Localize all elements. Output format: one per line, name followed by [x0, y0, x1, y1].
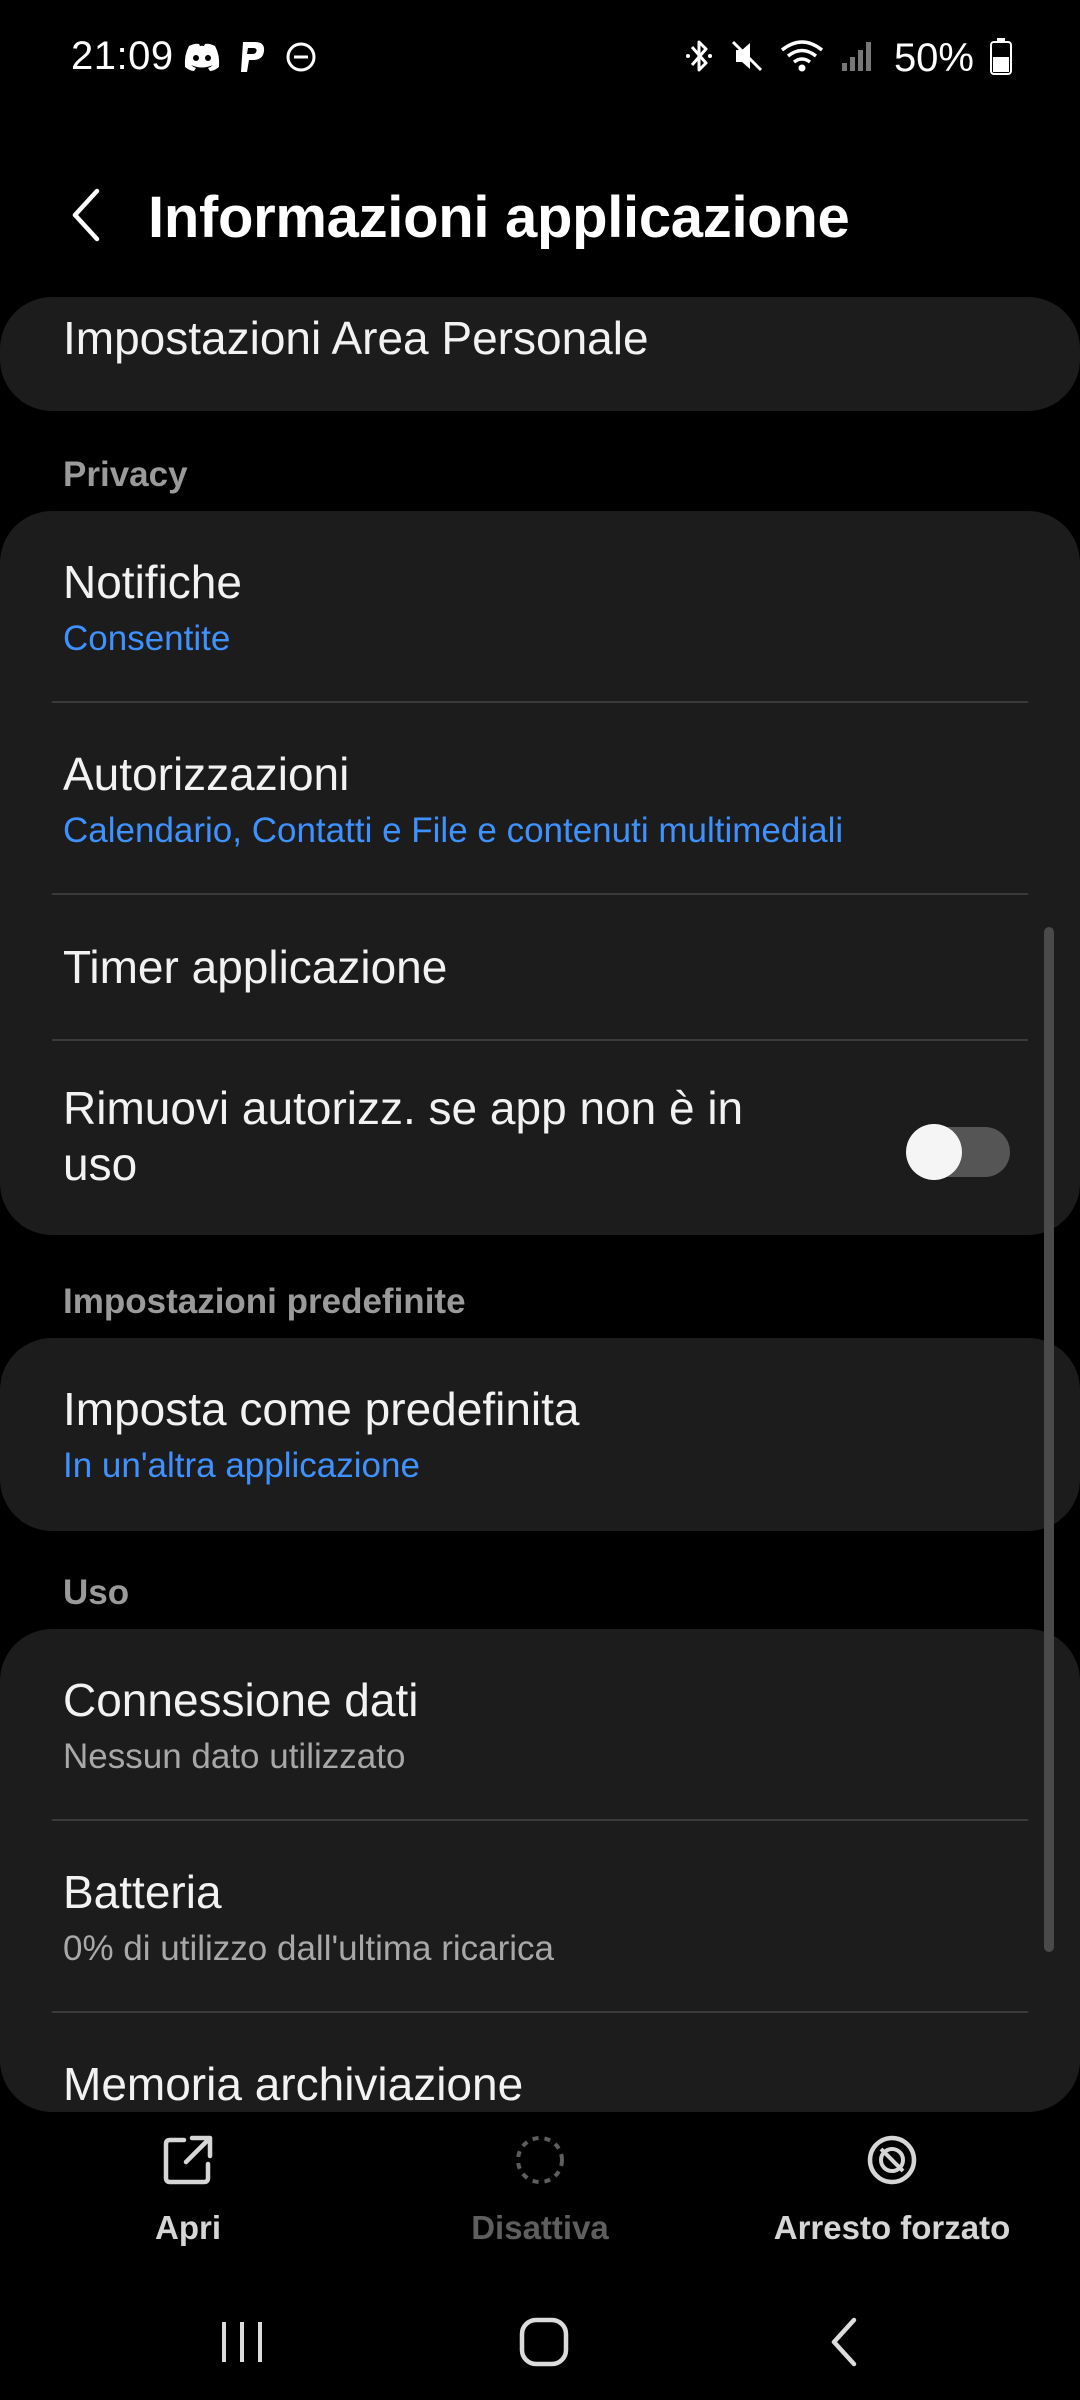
disable-label: Disattiva: [471, 2209, 609, 2246]
mute-icon: [730, 38, 764, 79]
force-stop-icon: [862, 2130, 922, 2195]
toggle-knob: [906, 1124, 962, 1180]
home-icon: [519, 2317, 569, 2367]
permissions-title: Autorizzazioni: [63, 748, 350, 800]
section-label-usage: Uso: [63, 1573, 130, 1612]
signal-icon: [840, 39, 874, 78]
scrollbar[interactable]: [1044, 927, 1054, 1952]
recents-button[interactable]: [182, 2302, 302, 2382]
open-button[interactable]: Apri: [8, 2130, 368, 2280]
section-label-privacy: Privacy: [63, 455, 188, 494]
card-personal-area[interactable]: Impostazioni Area Personale: [0, 297, 1080, 411]
notifications-subtitle: Consentite: [63, 619, 231, 658]
row-notifications[interactable]: Notifiche Consentite: [0, 511, 1080, 704]
battery-title: Batteria: [63, 1866, 222, 1918]
header: Informazioni applicazione: [0, 150, 1080, 280]
force-stop-label: Arresto forzato: [773, 2209, 1011, 2246]
row-remove-permissions[interactable]: Rimuovi autorizz. se app non è in uso: [0, 1041, 1080, 1235]
notifications-title: Notifiche: [63, 556, 242, 608]
paypal-icon: [239, 40, 267, 79]
storage-title: Memoria archiviazione: [63, 2058, 524, 2110]
bluetooth-icon: [684, 37, 714, 80]
status-left-icons: [183, 40, 317, 79]
disable-icon: [510, 2130, 570, 2195]
do-not-disturb-icon: [285, 41, 317, 78]
section-label-defaults: Impostazioni predefinite: [63, 1282, 466, 1321]
row-storage[interactable]: Memoria archiviazione: [0, 2013, 1080, 2112]
recents-icon: [222, 2322, 262, 2362]
card-privacy: Notifiche Consentite Autorizzazioni Cale…: [0, 511, 1080, 1235]
navigation-bar: [0, 2282, 1080, 2400]
disable-button[interactable]: Disattiva: [360, 2130, 720, 2280]
page-title: Informazioni applicazione: [148, 185, 850, 250]
open-external-icon: [158, 2130, 218, 2195]
home-button[interactable]: [484, 2302, 604, 2382]
app-info-screen: 21:09 50% Informazioni applicazione Impo…: [0, 0, 1080, 2400]
set-as-default-title: Imposta come predefinita: [63, 1383, 580, 1435]
remove-permissions-toggle[interactable]: [906, 1124, 1010, 1180]
wifi-icon: [780, 38, 824, 79]
force-stop-button[interactable]: Arresto forzato: [712, 2130, 1072, 2280]
nav-back-button[interactable]: [786, 2302, 906, 2382]
back-button[interactable]: [52, 180, 122, 250]
card-defaults: Imposta come predefinita In un'altra app…: [0, 1338, 1080, 1531]
settings-content[interactable]: Impostazioni Area Personale Privacy Noti…: [0, 297, 1080, 2112]
set-as-default-subtitle: In un'altra applicazione: [63, 1446, 420, 1485]
permissions-subtitle: Calendario, Contatti e File e contenuti …: [63, 811, 844, 850]
chevron-left-icon: [72, 188, 100, 242]
back-icon: [831, 2317, 857, 2367]
remove-permissions-title-line1: Rimuovi autorizz. se app non è in: [63, 1082, 744, 1134]
battery-subtitle: 0% di utilizzo dall'ultima ricarica: [63, 1929, 555, 1968]
open-label: Apri: [155, 2209, 221, 2246]
mobile-data-subtitle: Nessun dato utilizzato: [63, 1737, 406, 1776]
row-mobile-data[interactable]: Connessione dati Nessun dato utilizzato: [0, 1629, 1080, 1822]
card-usage: Connessione dati Nessun dato utilizzato …: [0, 1629, 1080, 2112]
personal-area-settings-title: Impostazioni Area Personale: [63, 312, 649, 364]
remove-permissions-title-line2: uso: [63, 1138, 138, 1190]
app-timer-title: Timer applicazione: [63, 941, 448, 993]
battery-icon: [990, 37, 1012, 80]
row-battery[interactable]: Batteria 0% di utilizzo dall'ultima rica…: [0, 1821, 1080, 2013]
mobile-data-title: Connessione dati: [63, 1674, 419, 1726]
status-right-icons: 50%: [684, 36, 1012, 81]
status-bar: 21:09 50%: [0, 0, 1080, 120]
row-set-as-default[interactable]: Imposta come predefinita In un'altra app…: [0, 1338, 1080, 1531]
row-permissions[interactable]: Autorizzazioni Calendario, Contatti e Fi…: [0, 703, 1080, 895]
battery-percent: 50%: [893, 36, 974, 80]
status-time: 21:09: [71, 34, 174, 78]
discord-icon: [183, 42, 221, 77]
row-app-timer[interactable]: Timer applicazione: [0, 895, 1080, 1041]
action-bar: Apri Disattiva Arresto forzato: [0, 2112, 1080, 2282]
